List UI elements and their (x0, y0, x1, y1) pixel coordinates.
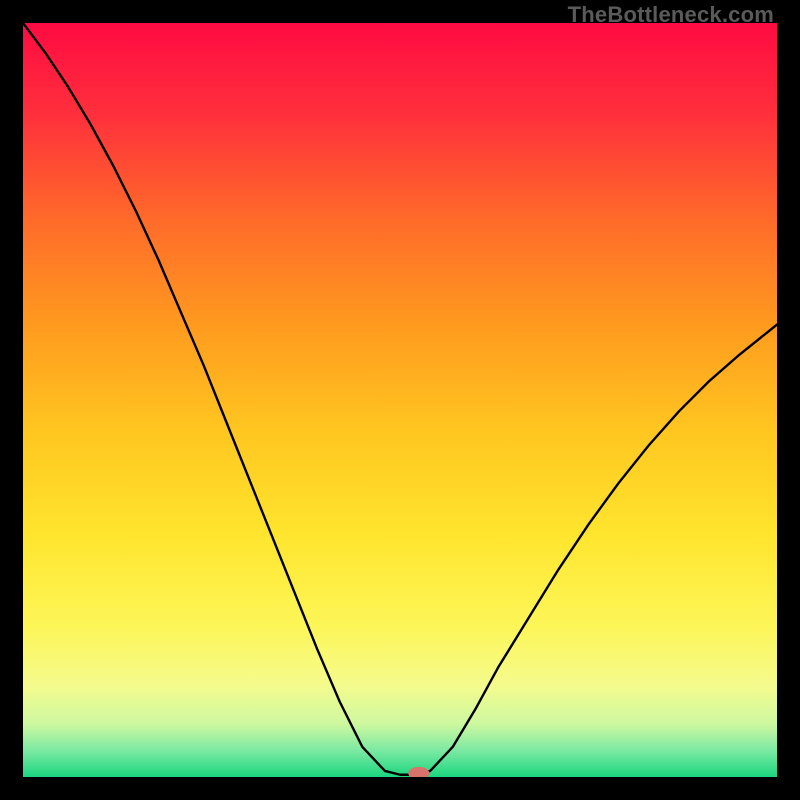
bottleneck-chart (23, 23, 777, 777)
chart-stage: TheBottleneck.com (0, 0, 800, 800)
plot-area (23, 23, 777, 777)
gradient-background (23, 23, 777, 777)
